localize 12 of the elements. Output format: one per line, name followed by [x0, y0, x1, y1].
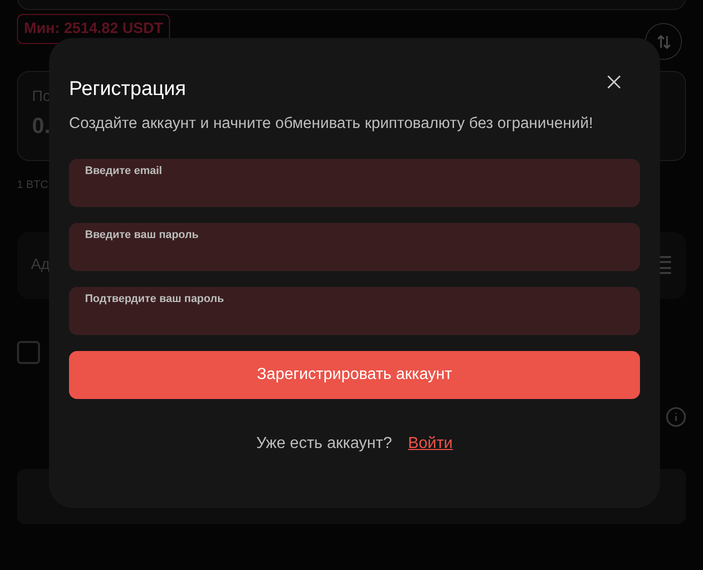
input-field[interactable]: Подтвердите ваш пароль: [69, 287, 640, 336]
info-icon: [666, 407, 686, 427]
dialog-subtitle: Создайте аккаунт и начните обменивать криптовалюту без ограничений!: [69, 114, 594, 134]
input-field[interactable]: Введите email: [69, 159, 640, 208]
register-button[interactable]: Зарегистрировать аккаунт: [69, 351, 640, 400]
agree-checkbox[interactable]: [17, 340, 40, 364]
close-button[interactable]: [606, 74, 622, 90]
login-link[interactable]: Войти: [408, 432, 453, 456]
dialog-title: Регистрация: [69, 77, 186, 102]
login-prompt: Уже есть аккаунт?: [256, 434, 392, 454]
input-field[interactable]: Введите ваш пароль: [69, 223, 640, 272]
swap-arrows-icon: [654, 32, 672, 50]
